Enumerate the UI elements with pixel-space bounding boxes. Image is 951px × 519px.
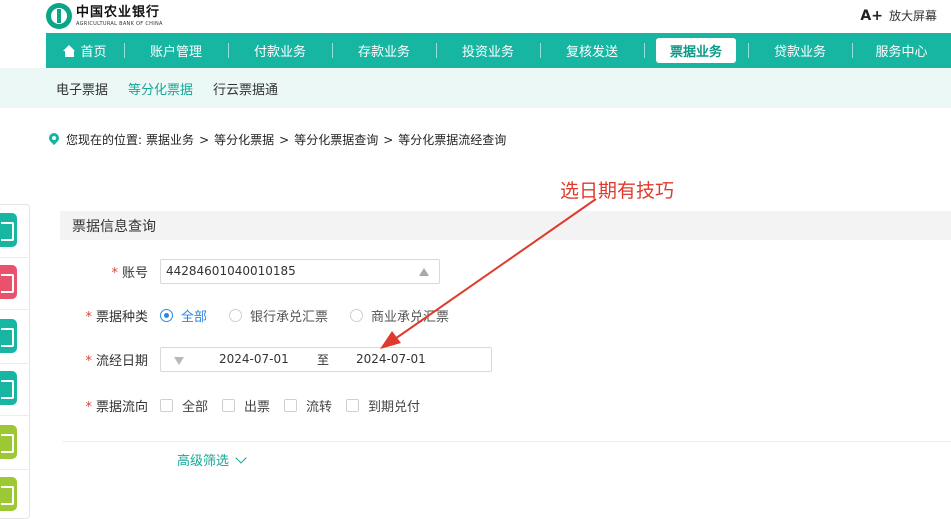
radio-dot[interactable] (350, 308, 364, 322)
breadcrumb-separator: > (279, 132, 290, 147)
breadcrumb: 您现在的位置: 票据业务 > 等分化票据 > 等分化票据查询 > 等分化票据流经… (49, 131, 506, 148)
caret-down-icon[interactable] (174, 356, 184, 365)
home-icon (63, 44, 76, 57)
breadcrumb-item-current: 等分化票据流经查询 (398, 133, 507, 147)
flow-direction-checkbox-issue[interactable]: 出票 (222, 396, 270, 415)
bill-type-radio-all[interactable]: 全部 (160, 306, 207, 325)
subnav-item-divisible-bills[interactable]: 等分化票据 (128, 79, 193, 98)
nav-item-bills[interactable]: 票据业务 (644, 33, 748, 68)
chevron-down-icon (235, 452, 247, 464)
location-pin-icon (49, 133, 59, 146)
required-mark: * (85, 353, 92, 369)
sidebar-divider (0, 469, 30, 470)
nav-item-label: 存款业务 (357, 45, 410, 60)
nav-item-label: 贷款业务 (773, 45, 826, 60)
nav-item-payment[interactable]: 付款业务 (228, 33, 332, 68)
breadcrumb-separator: > (383, 132, 394, 147)
subnav-item-xingyun-bills[interactable]: 行云票据通 (213, 79, 278, 98)
advanced-filter-toggle[interactable]: 高级筛选 (177, 450, 247, 469)
bill-type-row: * 票据种类 全部 银行承兑汇票 商业承兑汇票 (0, 302, 471, 328)
checkbox-label: 流转 (306, 399, 333, 415)
nav-item-investment[interactable]: 投资业务 (436, 33, 540, 68)
top-header: 中国农业银行 AGRICULTURAL BANK OF CHINA A+ 放大屏… (0, 0, 951, 33)
query-card-title: 票据信息查询 (60, 211, 951, 240)
radio-dot[interactable] (229, 308, 243, 322)
bank-name-cn: 中国农业银行 (76, 4, 161, 20)
end-date-input[interactable]: 2024-07-01 (356, 352, 426, 366)
nav-item-loans[interactable]: 贷款业务 (748, 33, 852, 68)
account-label: * 账号 (0, 262, 160, 281)
breadcrumb-separator: > (199, 132, 210, 147)
zoom-screen-button[interactable]: A+ 放大屏幕 (860, 7, 937, 24)
flow-date-label: * 流经日期 (0, 350, 160, 369)
bill-type-radio-bank-acceptance[interactable]: 银行承兑汇票 (229, 306, 328, 325)
nav-item-deposit[interactable]: 存款业务 (332, 33, 436, 68)
subnav-item-electronic-bills[interactable]: 电子票据 (56, 79, 108, 98)
breadcrumb-item[interactable]: 等分化票据查询 (294, 131, 378, 148)
bill-type-label-text: 票据种类 (95, 309, 148, 325)
checkbox[interactable] (160, 398, 173, 412)
zoom-plus-icon: A+ (860, 7, 883, 24)
bank-name-en: AGRICULTURAL BANK OF CHINA (76, 20, 163, 27)
date-range-separator: 至 (317, 352, 330, 367)
radio-dot[interactable] (160, 308, 173, 322)
nav-item-label: 复核发送 (565, 45, 618, 60)
account-row: * 账号 44284601040010185 (0, 258, 440, 284)
nav-item-label: 投资业务 (461, 45, 514, 60)
zoom-label: 放大屏幕 (888, 9, 937, 23)
receipt-icon[interactable] (0, 425, 17, 459)
bill-type-radio-commercial-acceptance[interactable]: 商业承兑汇票 (350, 306, 449, 325)
nav-item-accounts[interactable]: 账户管理 (124, 33, 228, 68)
annotation-text: 选日期有技巧 (560, 180, 675, 202)
flow-direction-checkbox-transfer[interactable]: 流转 (284, 396, 332, 415)
search-doc-icon[interactable] (0, 213, 17, 247)
breadcrumb-item[interactable]: 票据业务 (146, 131, 194, 148)
report-icon[interactable] (0, 477, 17, 511)
nav-item-label: 账户管理 (149, 45, 202, 60)
required-mark: * (111, 265, 118, 281)
advanced-filter-label: 高级筛选 (177, 454, 230, 469)
caret-up-icon[interactable] (419, 267, 429, 276)
account-select[interactable]: 44284601040010185 (160, 258, 440, 284)
nav-item-service-center[interactable]: 服务中心 (852, 33, 951, 68)
date-range-picker[interactable]: 2024-07-01 至 2024-07-01 (160, 346, 492, 372)
nav-item-label: 服务中心 (875, 45, 928, 60)
breadcrumb-item[interactable]: 等分化票据 (214, 131, 274, 148)
main-nav: 首页 账户管理 付款业务 存款业务 投资业务 复核发送 票据业务 贷款业务 服务… (46, 33, 951, 68)
nav-item-label: 首页 (80, 45, 107, 60)
nav-item-review-send[interactable]: 复核发送 (540, 33, 644, 68)
flow-date-row: * 流经日期 2024-07-01 至 2024-07-01 (0, 346, 492, 372)
radio-label: 全部 (181, 309, 208, 325)
required-mark: * (85, 309, 92, 325)
abc-logo-icon (46, 3, 72, 29)
sub-nav: 电子票据 等分化票据 行云票据通 (0, 68, 951, 108)
bank-logo[interactable]: 中国农业银行 AGRICULTURAL BANK OF CHINA (46, 3, 163, 29)
checkbox[interactable] (284, 398, 298, 412)
nav-item-label: 票据业务 (655, 38, 736, 63)
account-label-text: 账号 (121, 265, 148, 281)
checkbox[interactable] (346, 398, 360, 412)
form-divider (62, 441, 951, 442)
checkbox-label: 到期兑付 (368, 399, 421, 415)
checkbox[interactable] (222, 398, 236, 412)
logo-text: 中国农业银行 AGRICULTURAL BANK OF CHINA (76, 5, 163, 28)
required-mark: * (85, 399, 92, 415)
start-date-input[interactable]: 2024-07-01 (219, 352, 289, 366)
account-value: 44284601040010185 (166, 264, 296, 278)
radio-label: 商业承兑汇票 (371, 309, 450, 325)
checkbox-label: 全部 (182, 399, 209, 415)
flow-direction-label: * 票据流向 (0, 396, 160, 415)
radio-label: 银行承兑汇票 (250, 309, 329, 325)
flow-direction-checkbox-all[interactable]: 全部 (160, 396, 208, 415)
checkbox-label: 出票 (244, 399, 271, 415)
flow-direction-row: * 票据流向 全部 出票 流转 到期兑付 (0, 392, 434, 418)
nav-item-home[interactable]: 首页 (46, 33, 124, 68)
breadcrumb-prefix: 您现在的位置: (66, 133, 143, 147)
bill-type-label: * 票据种类 (0, 306, 160, 325)
flow-direction-checkbox-maturity[interactable]: 到期兑付 (346, 396, 420, 415)
nav-item-label: 付款业务 (253, 45, 306, 60)
flow-date-label-text: 流经日期 (95, 353, 148, 369)
flow-direction-label-text: 票据流向 (95, 399, 148, 415)
